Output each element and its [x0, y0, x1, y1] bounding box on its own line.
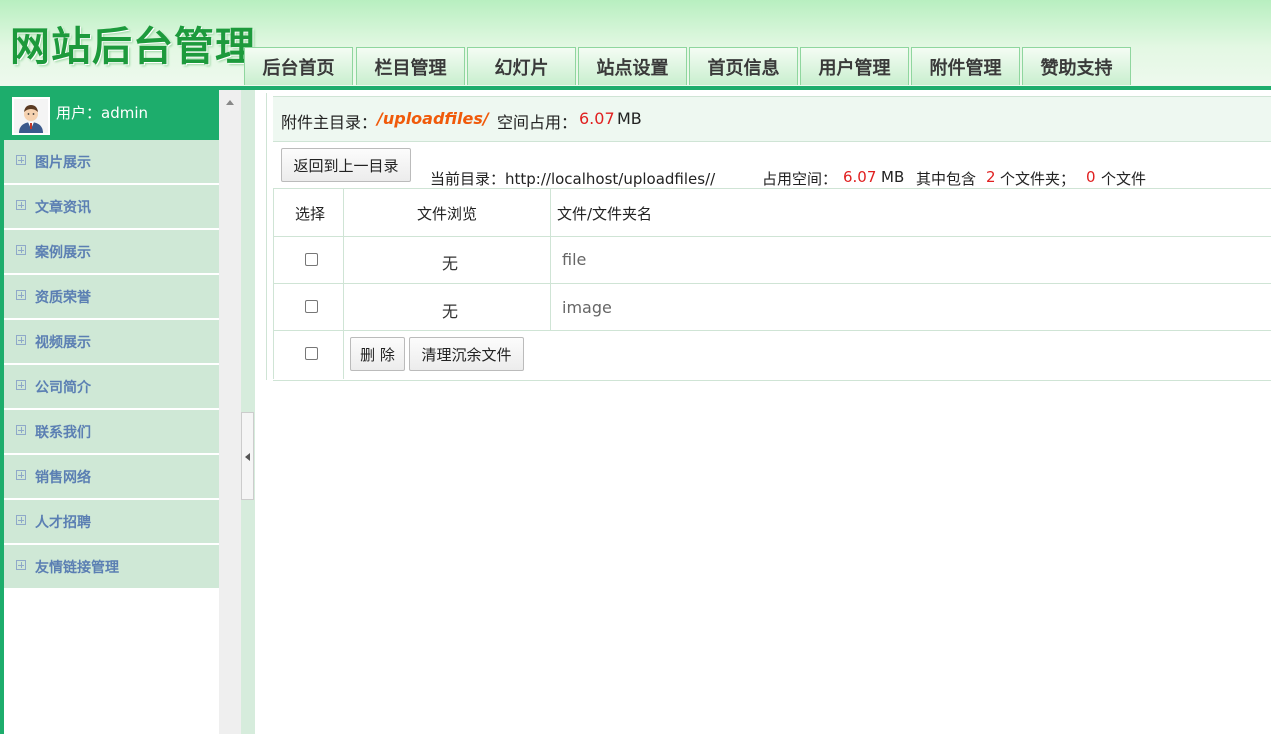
sidebar-item-articles[interactable]: 文章资讯: [4, 185, 219, 230]
avatar: [12, 97, 50, 135]
header-preview: 文件浏览: [417, 205, 478, 223]
sidebar-edge: [0, 90, 4, 734]
header-filename: 文件/文件夹名: [557, 205, 653, 223]
file-unit: 个文件: [1101, 170, 1147, 188]
sidebar-item-images[interactable]: 图片展示: [4, 140, 219, 185]
contains-label: 其中包含: [916, 170, 977, 188]
sidebar-item-label: 资质荣誉: [35, 290, 91, 306]
sidebar-item-label: 公司简介: [35, 380, 91, 396]
arrow-left-icon: [245, 453, 250, 461]
user-label: 用户：admin: [56, 104, 148, 122]
cleanup-files-button[interactable]: 清理沉余文件: [409, 337, 524, 371]
sidebar-item-honors[interactable]: 资质荣誉: [4, 275, 219, 320]
back-to-parent-button[interactable]: 返回到上一目录: [281, 148, 411, 182]
tab-attachments[interactable]: 附件管理: [911, 47, 1020, 85]
root-path: /uploadfiles/: [377, 109, 489, 128]
sidebar: 用户：admin 图片展示 文章资讯 案例展示 资质荣誉 视频展示 公司简介 联…: [0, 90, 219, 734]
sidebar-scrollbar[interactable]: [219, 90, 241, 734]
file-preview: 无: [442, 302, 459, 321]
sidebar-item-label: 友情链接管理: [35, 560, 119, 576]
col-divider: [343, 188, 344, 379]
tab-slides[interactable]: 幻灯片: [467, 47, 576, 85]
user-bar: 用户：admin: [4, 90, 219, 140]
sidebar-item-links[interactable]: 友情链接管理: [4, 545, 219, 590]
sidebar-item-cases[interactable]: 案例展示: [4, 230, 219, 275]
used-space-value: 6.07: [843, 168, 877, 186]
used-space-unit: MB: [881, 168, 905, 186]
tab-home[interactable]: 后台首页: [244, 47, 353, 85]
row-divider: [273, 330, 1271, 331]
current-directory: 当前目录：http://localhost/uploadfiles//: [430, 170, 716, 188]
row-checkbox[interactable]: [305, 253, 318, 266]
splitter-bar: [241, 90, 255, 734]
sidebar-item-videos[interactable]: 视频展示: [4, 320, 219, 365]
sidebar-item-about[interactable]: 公司简介: [4, 365, 219, 410]
root-label: 附件主目录：: [281, 113, 378, 132]
col-divider: [550, 188, 551, 330]
file-preview: 无: [442, 254, 459, 273]
sidebar-item-label: 人才招聘: [35, 515, 91, 531]
folder-count: 2: [986, 168, 996, 186]
collapse-sidebar-button[interactable]: [241, 412, 254, 500]
col-divider: [273, 188, 274, 379]
expand-plus-icon: [16, 380, 26, 390]
tab-site-settings[interactable]: 站点设置: [578, 47, 687, 85]
attachment-info-bar: 附件主目录： /uploadfiles/ 空间占用： 6.07 MB: [273, 96, 1271, 142]
sidebar-item-contact[interactable]: 联系我们: [4, 410, 219, 455]
file-name-link[interactable]: image: [562, 298, 612, 317]
space-label: 空间占用：: [497, 113, 578, 132]
row-checkbox[interactable]: [305, 300, 318, 313]
sidebar-item-label: 文章资讯: [35, 200, 91, 216]
space-value: 6.07: [579, 109, 615, 128]
expand-plus-icon: [16, 470, 26, 480]
expand-plus-icon: [16, 425, 26, 435]
sidebar-item-label: 联系我们: [35, 425, 91, 441]
folder-unit: 个文件夹；: [1000, 170, 1076, 188]
expand-plus-icon: [16, 515, 26, 525]
tab-sponsor[interactable]: 赞助支持: [1022, 47, 1131, 85]
site-logo-title: 网站后台管理: [10, 24, 256, 70]
file-name-link[interactable]: file: [562, 250, 586, 269]
used-space-label: 占用空间：: [762, 170, 838, 188]
expand-plus-icon: [16, 200, 26, 210]
tab-home-info[interactable]: 首页信息: [689, 47, 798, 85]
select-all-checkbox[interactable]: [305, 347, 318, 360]
tab-users[interactable]: 用户管理: [800, 47, 909, 85]
sidebar-item-jobs[interactable]: 人才招聘: [4, 500, 219, 545]
tab-columns[interactable]: 栏目管理: [356, 47, 465, 85]
row-divider: [273, 236, 1271, 237]
expand-plus-icon: [16, 335, 26, 345]
scroll-up-arrow-icon[interactable]: [226, 100, 234, 105]
delete-button[interactable]: 删 除: [350, 337, 405, 371]
expand-plus-icon: [16, 290, 26, 300]
sidebar-item-label: 销售网络: [35, 470, 91, 486]
header: 网站后台管理 后台首页 栏目管理 幻灯片 站点设置 首页信息 用户管理 附件管理…: [0, 0, 1271, 86]
expand-plus-icon: [16, 560, 26, 570]
header-select: 选择: [295, 205, 326, 223]
sidebar-item-label: 案例展示: [35, 245, 91, 261]
sidebar-item-label: 视频展示: [35, 335, 91, 351]
expand-plus-icon: [16, 245, 26, 255]
row-divider: [273, 283, 1271, 284]
space-unit: MB: [617, 109, 642, 128]
sidebar-item-sales-network[interactable]: 销售网络: [4, 455, 219, 500]
sidebar-item-label: 图片展示: [35, 155, 91, 171]
expand-plus-icon: [16, 155, 26, 165]
user-avatar-icon: [14, 99, 48, 133]
file-count: 0: [1086, 168, 1096, 186]
